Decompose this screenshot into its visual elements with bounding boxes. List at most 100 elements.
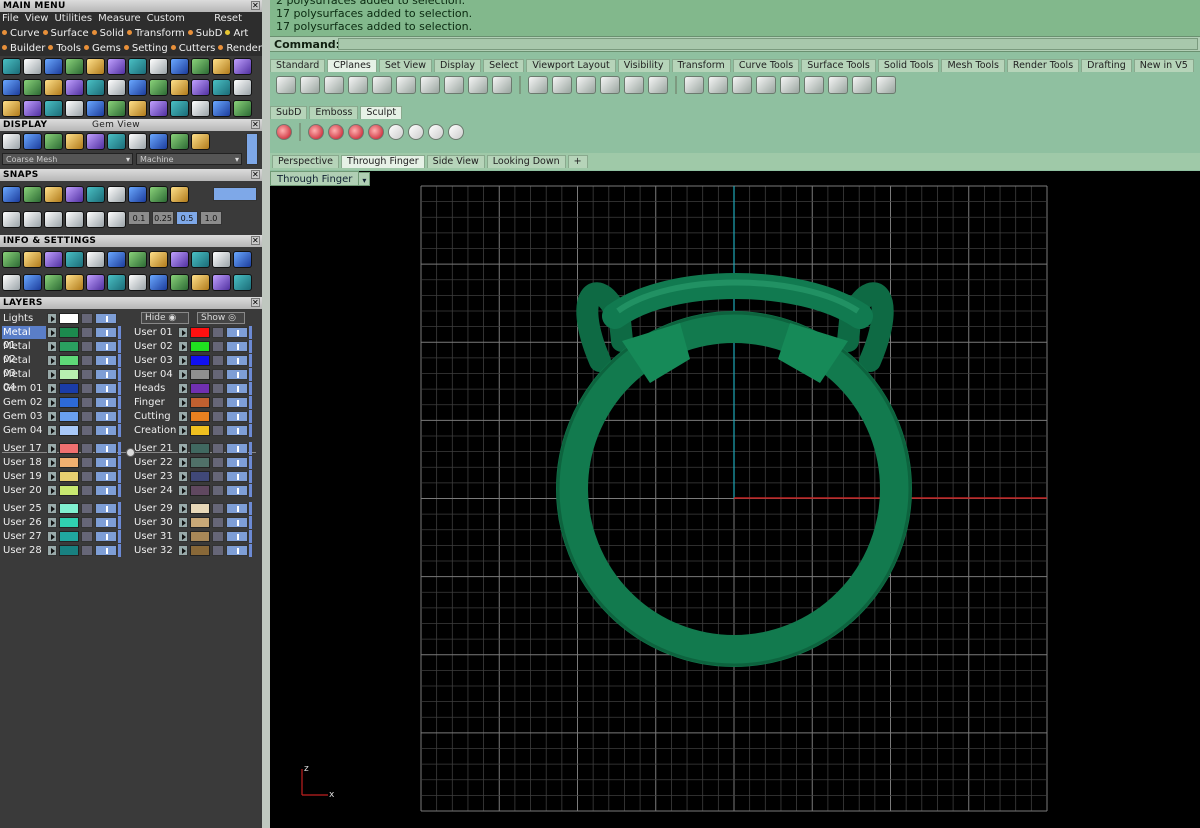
layer-row[interactable]: Gem 04 bbox=[0, 424, 121, 437]
layer-row[interactable]: Metal 01 bbox=[0, 326, 121, 351]
layer-row[interactable]: User 03 bbox=[131, 354, 252, 367]
sculpt-tool-icon[interactable] bbox=[308, 124, 324, 140]
layer-row[interactable]: Gem 03 bbox=[0, 410, 121, 423]
light-bulb-icon[interactable] bbox=[95, 457, 117, 468]
display-mode-icon[interactable] bbox=[2, 133, 21, 150]
expand-arrow-icon[interactable] bbox=[47, 383, 57, 394]
tool-icon[interactable] bbox=[107, 58, 126, 75]
light-bulb-icon[interactable] bbox=[95, 383, 117, 394]
reset-button[interactable]: Reset bbox=[214, 12, 242, 26]
layer-color-swatch[interactable] bbox=[59, 485, 79, 496]
cplane-tool-icon[interactable] bbox=[756, 76, 776, 94]
settings-icon[interactable] bbox=[107, 274, 126, 291]
layer-row[interactable]: User 20 bbox=[0, 484, 121, 497]
layer-color-swatch[interactable] bbox=[59, 457, 79, 468]
menu-tab-surface[interactable]: Surface bbox=[43, 28, 89, 39]
sculpt-tool-icon[interactable] bbox=[276, 124, 292, 140]
sculpt-tool-icon[interactable] bbox=[328, 124, 344, 140]
layer-color-swatch[interactable] bbox=[59, 341, 79, 352]
expand-arrow-icon[interactable] bbox=[178, 411, 188, 422]
layer-color-swatch[interactable] bbox=[190, 531, 210, 542]
settings-icon[interactable] bbox=[170, 274, 189, 291]
layer-row[interactable]: User 29 bbox=[131, 502, 252, 515]
snap-icon[interactable] bbox=[107, 211, 126, 228]
expand-arrow-icon[interactable] bbox=[178, 531, 188, 542]
expand-arrow-icon[interactable] bbox=[178, 355, 188, 366]
tool-icon[interactable] bbox=[107, 100, 126, 117]
settings-icon[interactable] bbox=[86, 274, 105, 291]
lock-icon[interactable] bbox=[81, 531, 93, 542]
viewport[interactable]: z x bbox=[270, 171, 1200, 828]
expand-arrow-icon[interactable] bbox=[47, 341, 57, 352]
light-bulb-icon[interactable] bbox=[95, 369, 117, 380]
layer-row[interactable]: User 23 bbox=[131, 470, 252, 483]
tab-visibility[interactable]: Visibility bbox=[617, 59, 670, 72]
cplane-tool-icon[interactable] bbox=[576, 76, 596, 94]
menu-tab-curve[interactable]: Curve bbox=[2, 28, 40, 39]
display-toggle[interactable] bbox=[246, 133, 258, 165]
light-bulb-icon[interactable] bbox=[226, 383, 248, 394]
tool-icon[interactable] bbox=[128, 79, 147, 96]
info-icon[interactable] bbox=[44, 251, 63, 268]
layer-row[interactable]: User 27 bbox=[0, 530, 121, 543]
light-bulb-icon[interactable] bbox=[226, 545, 248, 556]
snap-icon[interactable] bbox=[65, 186, 84, 203]
lock-icon[interactable] bbox=[81, 341, 93, 352]
tab-transform[interactable]: Transform bbox=[671, 59, 731, 72]
layer-color-swatch[interactable] bbox=[59, 425, 79, 436]
lock-icon[interactable] bbox=[212, 485, 224, 496]
lock-icon[interactable] bbox=[81, 411, 93, 422]
expand-arrow-icon[interactable] bbox=[47, 471, 57, 482]
tool-icon[interactable] bbox=[233, 79, 252, 96]
snap-icon[interactable] bbox=[2, 211, 21, 228]
expand-arrow-icon[interactable] bbox=[47, 457, 57, 468]
lock-icon[interactable] bbox=[81, 383, 93, 394]
tab-perspective[interactable]: Perspective bbox=[272, 155, 340, 168]
tool-icon[interactable] bbox=[65, 58, 84, 75]
expand-arrow-icon[interactable] bbox=[178, 341, 188, 352]
tool-icon[interactable] bbox=[212, 79, 231, 96]
lock-icon[interactable] bbox=[212, 411, 224, 422]
expand-arrow-icon[interactable] bbox=[47, 313, 57, 324]
cplane-tool-icon[interactable] bbox=[852, 76, 872, 94]
lock-icon[interactable] bbox=[212, 545, 224, 556]
display-mode-icon[interactable] bbox=[170, 133, 189, 150]
lock-icon[interactable] bbox=[212, 517, 224, 528]
expand-arrow-icon[interactable] bbox=[178, 545, 188, 556]
lock-icon[interactable] bbox=[81, 485, 93, 496]
tool-icon[interactable] bbox=[23, 58, 42, 75]
expand-arrow-icon[interactable] bbox=[178, 397, 188, 408]
layer-row[interactable]: User 04 bbox=[131, 368, 252, 381]
viewport-menu-dropdown-icon[interactable]: ▾ bbox=[358, 172, 371, 186]
info-icon[interactable] bbox=[191, 251, 210, 268]
menu-tab-cutters[interactable]: Cutters bbox=[171, 43, 216, 54]
expand-arrow-icon[interactable] bbox=[178, 383, 188, 394]
tool-icon[interactable] bbox=[191, 58, 210, 75]
layer-row[interactable]: Creation bbox=[131, 424, 252, 437]
light-bulb-icon[interactable] bbox=[95, 503, 117, 514]
layer-row[interactable]: User 31 bbox=[131, 530, 252, 543]
tab-cplanes[interactable]: CPlanes bbox=[327, 59, 377, 72]
lock-icon[interactable] bbox=[81, 425, 93, 436]
lock-icon[interactable] bbox=[212, 425, 224, 436]
expand-arrow-icon[interactable] bbox=[47, 355, 57, 366]
hide-button[interactable]: Hide ◉ bbox=[141, 312, 189, 324]
expand-arrow-icon[interactable] bbox=[178, 327, 188, 338]
layer-color-swatch[interactable] bbox=[59, 397, 79, 408]
cplane-tool-icon[interactable] bbox=[348, 76, 368, 94]
layer-color-swatch[interactable] bbox=[59, 503, 79, 514]
panel-divider[interactable] bbox=[262, 0, 270, 828]
snap-icon[interactable] bbox=[23, 211, 42, 228]
tool-icon[interactable] bbox=[149, 100, 168, 117]
settings-icon[interactable] bbox=[128, 274, 147, 291]
expand-arrow-icon[interactable] bbox=[178, 425, 188, 436]
light-bulb-icon[interactable] bbox=[95, 397, 117, 408]
info-icon[interactable] bbox=[23, 251, 42, 268]
snap-icon[interactable] bbox=[107, 186, 126, 203]
layer-row[interactable]: User 21 bbox=[131, 442, 252, 455]
lock-icon[interactable] bbox=[81, 327, 93, 338]
tool-icon[interactable] bbox=[170, 58, 189, 75]
tool-icon[interactable] bbox=[86, 79, 105, 96]
layer-color-swatch[interactable] bbox=[59, 383, 79, 394]
settings-icon[interactable] bbox=[44, 274, 63, 291]
